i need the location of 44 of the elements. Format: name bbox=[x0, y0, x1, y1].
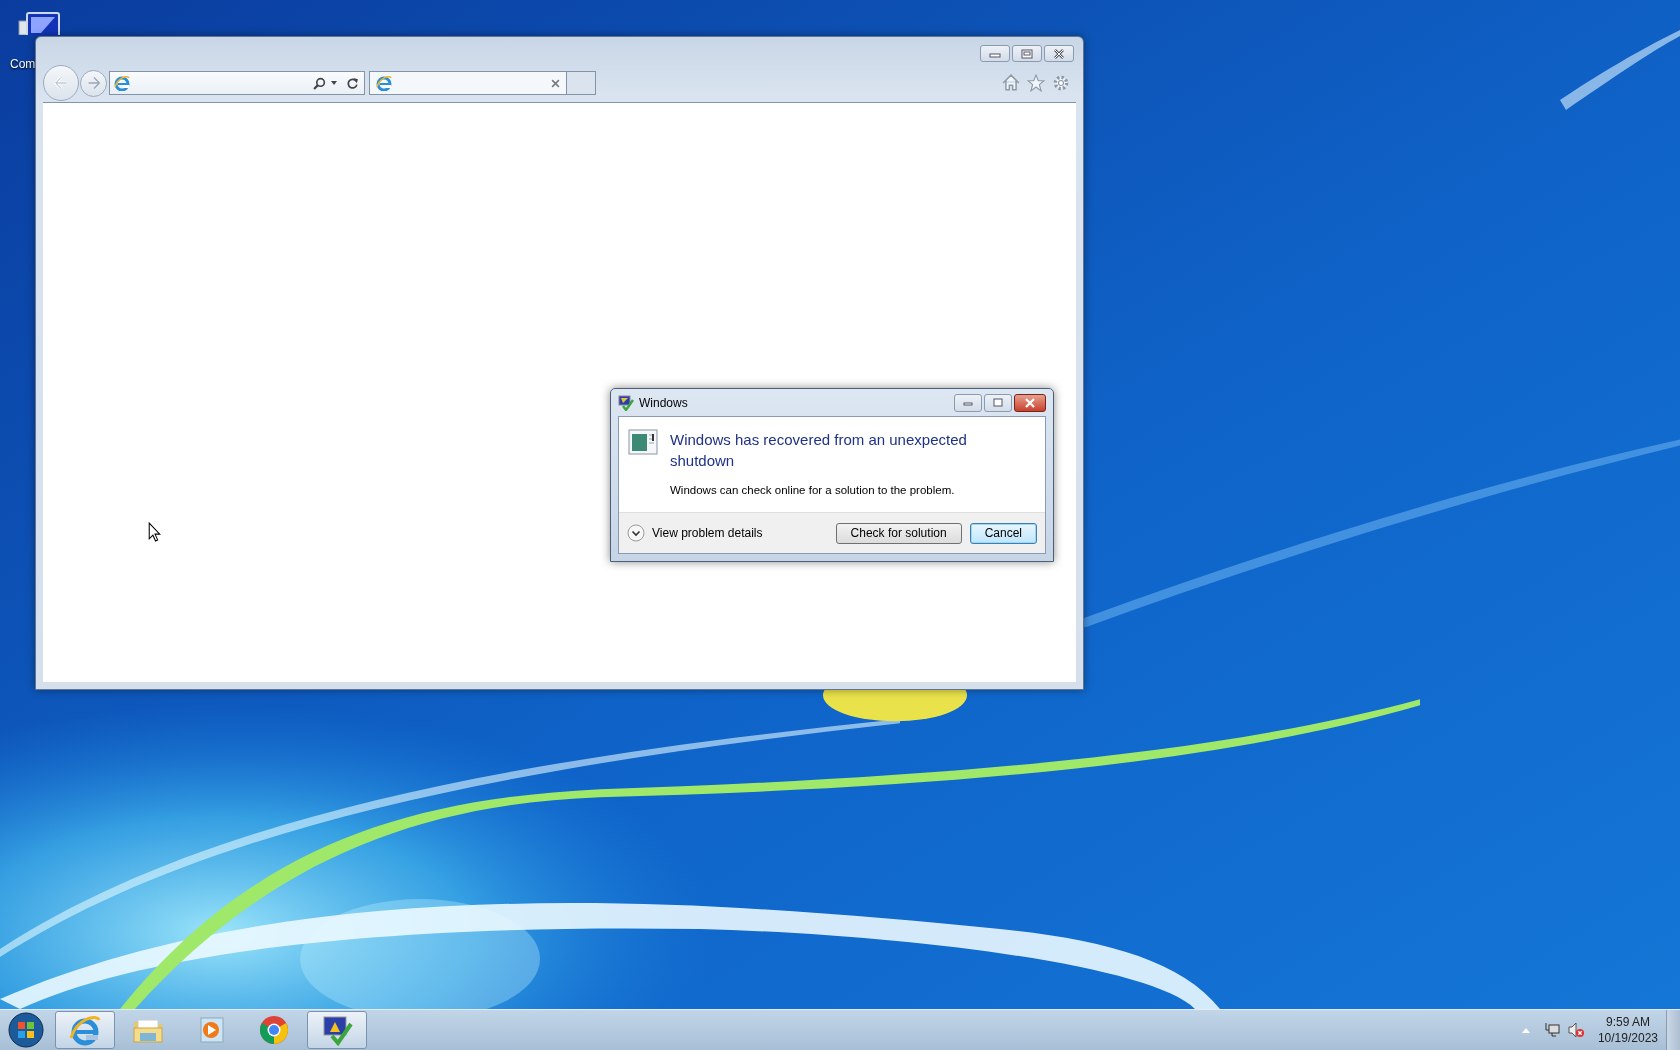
close-icon bbox=[1053, 48, 1065, 59]
desktop-icon-label[interactable]: Com bbox=[10, 57, 36, 71]
browser-e-icon bbox=[114, 75, 130, 91]
refresh-icon[interactable] bbox=[346, 76, 359, 90]
expand-icon bbox=[627, 524, 645, 542]
dialog-button[interactable]: Cancel bbox=[969, 522, 1037, 544]
dialog-button[interactable]: Check for solution bbox=[835, 522, 962, 544]
report-icon bbox=[628, 429, 658, 455]
star-icon[interactable] bbox=[1027, 74, 1045, 92]
address-field[interactable] bbox=[109, 71, 365, 95]
close-icon bbox=[1024, 397, 1036, 408]
forward-button[interactable] bbox=[80, 69, 107, 97]
dialog-message: Windows can check online for a solution to the problem. bbox=[670, 484, 956, 496]
dialog-title: Windows bbox=[639, 395, 688, 410]
show-desktop-button[interactable] bbox=[1666, 1010, 1680, 1050]
network-icon[interactable] bbox=[1543, 1022, 1560, 1038]
back-button[interactable] bbox=[43, 65, 79, 101]
clock[interactable]: 9:59 AM 10/19/2023 bbox=[1591, 1014, 1666, 1046]
minimize-button[interactable] bbox=[980, 45, 1010, 62]
monitor-check-icon bbox=[618, 394, 634, 411]
home-icon[interactable] bbox=[1002, 74, 1020, 92]
search-icon[interactable] bbox=[313, 76, 326, 90]
settings-icon[interactable] bbox=[1052, 74, 1070, 92]
volume-icon[interactable] bbox=[1567, 1022, 1584, 1038]
computer-icon[interactable] bbox=[16, 11, 62, 35]
minimize-button[interactable] bbox=[954, 393, 982, 412]
monitor-check-icon bbox=[321, 1014, 353, 1046]
taskbar-app-button[interactable] bbox=[307, 1011, 367, 1049]
maximize-icon bbox=[992, 397, 1004, 408]
close-button[interactable] bbox=[1044, 45, 1074, 62]
close-tab-icon[interactable] bbox=[551, 78, 560, 88]
dialog-heading: Windows has recovered from an unexpected shutdown bbox=[670, 430, 968, 471]
new-tab-button[interactable] bbox=[567, 71, 596, 95]
details-toggle[interactable]: View problem details bbox=[627, 524, 763, 542]
windows-logo-icon bbox=[8, 1012, 44, 1048]
cursor-icon bbox=[148, 522, 161, 542]
show-hidden-icons-icon[interactable] bbox=[1521, 1027, 1530, 1033]
browser-tab[interactable] bbox=[369, 71, 567, 95]
browser-e-icon bbox=[376, 75, 392, 91]
close-button[interactable] bbox=[1014, 393, 1046, 412]
dropdown-caret-icon[interactable] bbox=[331, 81, 337, 85]
maximize-icon bbox=[1021, 48, 1033, 59]
chrome-icon bbox=[258, 1014, 290, 1046]
browser-e-icon bbox=[69, 1014, 101, 1046]
